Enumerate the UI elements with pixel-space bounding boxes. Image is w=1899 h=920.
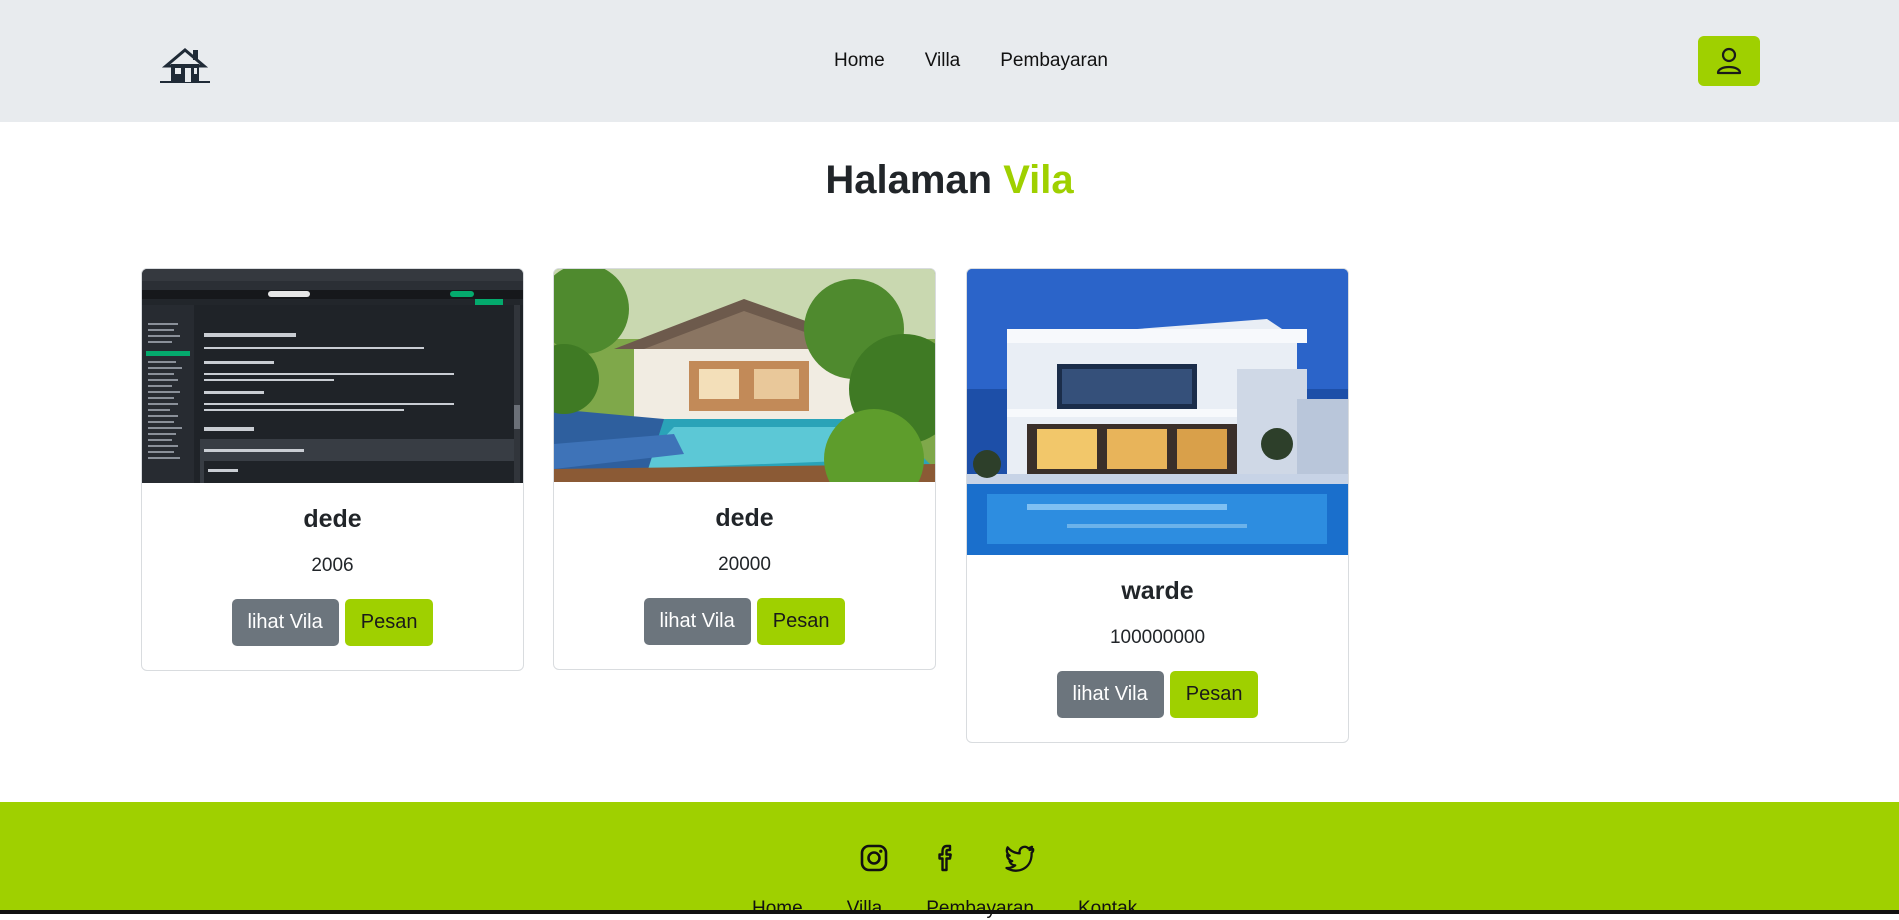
navbar: Home Villa Pembayaran <box>0 0 1899 122</box>
villa-price: 20000 <box>718 554 771 575</box>
book-villa-button[interactable]: Pesan <box>344 599 434 646</box>
villa-price: 2006 <box>311 555 354 576</box>
footer-link-villa[interactable]: Villa <box>847 898 883 920</box>
villa-card: dede 2006 lihat Vila Pesan <box>141 268 524 671</box>
facebook-icon[interactable] <box>931 842 963 874</box>
footer-link-pembayaran[interactable]: Pembayaran <box>926 898 1034 920</box>
user-account-button[interactable] <box>1698 36 1760 86</box>
villa-name: dede <box>303 505 362 533</box>
footer-divider <box>0 910 1899 914</box>
book-villa-button[interactable]: Pesan <box>1169 671 1259 718</box>
villa-card: warde 100000000 lihat Vila Pesan <box>966 268 1349 743</box>
page-title: Halaman Vila <box>0 158 1899 203</box>
villa-name: warde <box>1121 577 1194 605</box>
user-icon <box>1716 47 1742 75</box>
card-actions: lihat Vila Pesan <box>142 599 523 646</box>
social-links <box>858 842 1036 874</box>
page-title-main: Halaman <box>825 158 993 202</box>
footer-link-kontak[interactable]: Kontak <box>1078 898 1137 920</box>
nav-link-villa[interactable]: Villa <box>925 50 961 72</box>
twitter-icon[interactable] <box>1004 842 1036 874</box>
instagram-icon[interactable] <box>858 842 890 874</box>
house-logo-icon[interactable] <box>158 44 212 84</box>
villa-price: 100000000 <box>1109 627 1206 648</box>
villa-image[interactable] <box>554 269 935 482</box>
villa-name: dede <box>715 504 774 532</box>
page-title-accent: Vila <box>1003 158 1074 202</box>
nav-link-home[interactable]: Home <box>834 50 885 72</box>
card-actions: lihat Vila Pesan <box>967 671 1348 718</box>
footer-nav: Home Villa Pembayaran Kontak <box>752 898 1137 920</box>
view-villa-button[interactable]: lihat Vila <box>231 599 339 646</box>
villa-card: dede 20000 lihat Vila Pesan <box>553 268 936 670</box>
book-villa-button[interactable]: Pesan <box>756 598 846 645</box>
footer: Home Villa Pembayaran Kontak <box>0 802 1899 919</box>
nav-link-pembayaran[interactable]: Pembayaran <box>1000 50 1108 72</box>
view-villa-button[interactable]: lihat Vila <box>643 598 751 645</box>
villa-image[interactable] <box>967 269 1348 555</box>
card-actions: lihat Vila Pesan <box>554 598 935 645</box>
view-villa-button[interactable]: lihat Vila <box>1056 671 1164 718</box>
footer-link-home[interactable]: Home <box>752 898 803 920</box>
main-nav: Home Villa Pembayaran <box>834 50 1108 72</box>
villa-image[interactable] <box>142 269 523 483</box>
